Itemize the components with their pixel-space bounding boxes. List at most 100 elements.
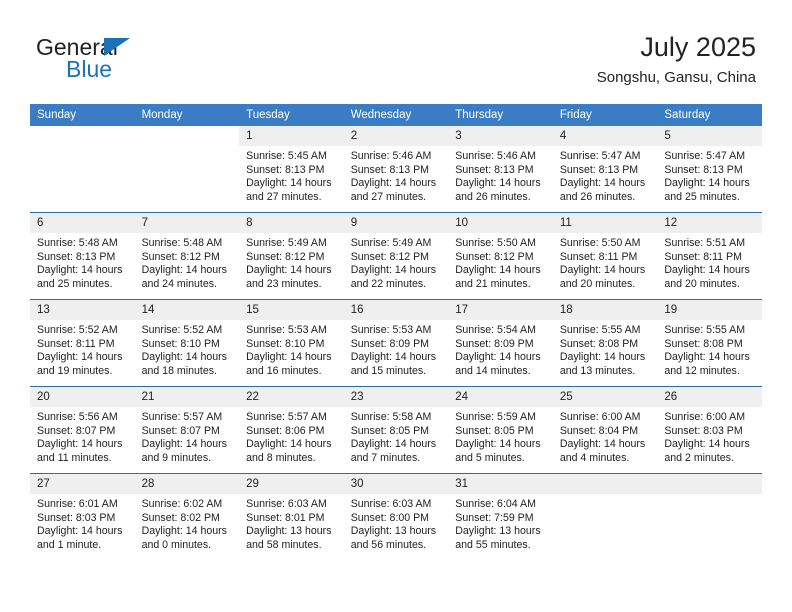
daylight-hours: Daylight: 14 hours bbox=[664, 264, 750, 277]
sunset-time: Sunset: 8:12 PM bbox=[246, 250, 325, 263]
sunset-time: Sunset: 8:05 PM bbox=[350, 424, 430, 437]
sunset-time: Sunset: 8:11 PM bbox=[559, 250, 638, 263]
calendar-day-cell[interactable]: 4 Sunrise: 5:47 AM Sunset: 8:13 PM Daylight… bbox=[552, 126, 658, 213]
calendar-day-cell[interactable]: 24 Sunrise: 5:59 AM Sunset: 8:05 PM Dayligh… bbox=[448, 386, 553, 474]
daylight-hours: Daylight: 14 hours bbox=[246, 177, 332, 190]
daylight-minutes: and 21 minutes. bbox=[455, 277, 531, 290]
sun-times-block: Sunrise: 5:50 AM Sunset: 8:11 PM Daylight:… bbox=[553, 233, 658, 291]
calendar-day-cell[interactable]: 2 Sunrise: 5:46 AM Sunset: 8:13 PM Daylight… bbox=[343, 126, 449, 213]
sunrise-time: Sunrise: 5:57 AM bbox=[141, 411, 223, 423]
weekday-header-tuesday: Tuesday bbox=[239, 104, 344, 126]
sunrise-time: Sunrise: 5:58 AM bbox=[350, 411, 432, 423]
sun-times-block: Sunrise: 5:48 AM Sunset: 8:12 PM Daylight:… bbox=[135, 233, 240, 291]
sunrise-time: Sunrise: 5:47 AM bbox=[559, 150, 641, 162]
calendar-day-cell[interactable]: 29 Sunrise: 6:03 AM Sunset: 8:01 PM Dayligh… bbox=[239, 473, 344, 560]
calendar-day-cell[interactable]: 10 Sunrise: 5:50 AM Sunset: 8:12 PM Dayligh… bbox=[448, 212, 553, 300]
sun-times-block: Sunrise: 6:00 AM Sunset: 8:03 PM Daylight:… bbox=[657, 407, 762, 465]
sun-times-block: Sunrise: 5:53 AM Sunset: 8:09 PM Daylight:… bbox=[344, 320, 449, 378]
calendar-day-cell[interactable]: 3 Sunrise: 5:46 AM Sunset: 8:13 PM Daylight… bbox=[448, 126, 553, 213]
calendar-day-cell[interactable]: 31 Sunrise: 6:04 AM Sunset: 7:59 PM Dayligh… bbox=[448, 473, 553, 560]
sunset-time: Sunset: 8:13 PM bbox=[559, 163, 639, 176]
calendar-day-cell[interactable]: 13 Sunrise: 5:52 AM Sunset: 8:11 PM Dayligh… bbox=[30, 299, 135, 387]
day-number: 24 bbox=[448, 387, 553, 407]
daylight-hours: Daylight: 14 hours bbox=[141, 351, 227, 364]
calendar-day-cell[interactable]: 15 Sunrise: 5:53 AM Sunset: 8:10 PM Dayligh… bbox=[239, 299, 344, 387]
sunrise-time: Sunrise: 6:00 AM bbox=[559, 411, 641, 423]
sunset-time: Sunset: 7:59 PM bbox=[455, 511, 534, 524]
calendar-day-cell[interactable]: 17 Sunrise: 5:54 AM Sunset: 8:09 PM Dayligh… bbox=[448, 299, 553, 387]
calendar-day-cell[interactable]: 1 Sunrise: 5:45 AM Sunset: 8:13 PM Daylight… bbox=[239, 126, 344, 213]
sun-times-block bbox=[553, 494, 658, 498]
sunrise-time: Sunrise: 5:46 AM bbox=[455, 150, 536, 162]
daylight-hours: Daylight: 14 hours bbox=[37, 351, 123, 364]
calendar-day-cell[interactable]: 16 Sunrise: 5:53 AM Sunset: 8:09 PM Dayligh… bbox=[343, 299, 449, 387]
day-number: 25 bbox=[552, 387, 658, 407]
day-number: 11 bbox=[552, 213, 658, 233]
sunrise-time: Sunrise: 5:48 AM bbox=[37, 237, 118, 249]
calendar-day-cell[interactable]: 19 Sunrise: 5:55 AM Sunset: 8:08 PM Dayligh… bbox=[657, 299, 762, 387]
calendar-day-cell[interactable]: 5 Sunrise: 5:47 AM Sunset: 8:13 PM Daylight… bbox=[657, 126, 762, 213]
calendar-day-cell[interactable]: 26 Sunrise: 6:00 AM Sunset: 8:03 PM Dayligh… bbox=[657, 386, 762, 474]
calendar-day-cell[interactable]: 27 Sunrise: 6:01 AM Sunset: 8:03 PM Dayligh… bbox=[30, 473, 135, 560]
weekday-header-wednesday: Wednesday bbox=[343, 104, 449, 126]
calendar-week-row: 13 Sunrise: 5:52 AM Sunset: 8:11 PM Dayligh… bbox=[30, 299, 762, 387]
general-blue-logo[interactable]: General Blue bbox=[36, 34, 266, 90]
sunset-time: Sunset: 8:01 PM bbox=[246, 511, 325, 524]
calendar-day-cell[interactable]: 30 Sunrise: 6:03 AM Sunset: 8:00 PM Dayligh… bbox=[343, 473, 449, 560]
daylight-minutes: and 26 minutes. bbox=[455, 190, 531, 203]
sunrise-time: Sunrise: 5:55 AM bbox=[664, 324, 746, 336]
sunrise-time: Sunrise: 5:52 AM bbox=[37, 324, 118, 336]
sun-times-block: Sunrise: 5:57 AM Sunset: 8:06 PM Daylight:… bbox=[239, 407, 344, 465]
calendar-cell-blank bbox=[134, 126, 240, 213]
sunrise-time: Sunrise: 5:59 AM bbox=[455, 411, 536, 423]
calendar-day-cell[interactable]: 25 Sunrise: 6:00 AM Sunset: 8:04 PM Dayligh… bbox=[552, 386, 658, 474]
calendar-day-cell[interactable]: 8 Sunrise: 5:49 AM Sunset: 8:12 PM Daylight… bbox=[239, 212, 344, 300]
location-subtitle: Songshu, Gansu, China bbox=[596, 69, 756, 86]
sunrise-time: Sunrise: 5:57 AM bbox=[246, 411, 327, 423]
daylight-minutes: and 25 minutes. bbox=[664, 190, 740, 203]
day-number: 2 bbox=[343, 126, 449, 146]
daylight-hours: Daylight: 14 hours bbox=[246, 438, 332, 451]
calendar-day-cell[interactable]: 18 Sunrise: 5:55 AM Sunset: 8:08 PM Dayligh… bbox=[552, 299, 658, 387]
calendar-day-cell[interactable]: 20 Sunrise: 5:56 AM Sunset: 8:07 PM Dayligh… bbox=[30, 386, 135, 474]
calendar-day-cell[interactable]: 14 Sunrise: 5:52 AM Sunset: 8:10 PM Dayligh… bbox=[134, 299, 240, 387]
sun-times-block: Sunrise: 6:00 AM Sunset: 8:04 PM Daylight:… bbox=[553, 407, 658, 465]
day-number: 26 bbox=[657, 387, 762, 407]
daylight-minutes: and 4 minutes. bbox=[559, 451, 630, 464]
day-number bbox=[134, 126, 240, 146]
calendar-day-cell[interactable]: 11 Sunrise: 5:50 AM Sunset: 8:11 PM Dayligh… bbox=[552, 212, 658, 300]
calendar-day-cell[interactable]: 21 Sunrise: 5:57 AM Sunset: 8:07 PM Dayligh… bbox=[134, 386, 240, 474]
sunset-time: Sunset: 8:13 PM bbox=[246, 163, 325, 176]
day-number: 8 bbox=[239, 213, 344, 233]
calendar-cell-empty bbox=[552, 473, 658, 560]
sun-times-block: Sunrise: 5:49 AM Sunset: 8:12 PM Daylight:… bbox=[344, 233, 449, 291]
daylight-hours: Daylight: 13 hours bbox=[350, 525, 437, 538]
calendar-body: 1 Sunrise: 5:45 AM Sunset: 8:13 PM Daylight… bbox=[30, 126, 762, 560]
daylight-minutes: and 2 minutes. bbox=[664, 451, 734, 464]
calendar-day-cell[interactable]: 12 Sunrise: 5:51 AM Sunset: 8:11 PM Dayligh… bbox=[657, 212, 762, 300]
daylight-minutes: and 20 minutes. bbox=[664, 277, 740, 290]
sun-times-block: Sunrise: 5:50 AM Sunset: 8:12 PM Daylight:… bbox=[448, 233, 553, 291]
sun-times-block: Sunrise: 5:57 AM Sunset: 8:07 PM Daylight:… bbox=[135, 407, 240, 465]
sunrise-time: Sunrise: 5:48 AM bbox=[141, 237, 223, 249]
calendar-day-cell[interactable]: 23 Sunrise: 5:58 AM Sunset: 8:05 PM Dayligh… bbox=[343, 386, 449, 474]
sunset-time: Sunset: 8:10 PM bbox=[246, 337, 325, 350]
sunset-time: Sunset: 8:05 PM bbox=[455, 424, 534, 437]
sunrise-time: Sunrise: 5:53 AM bbox=[246, 324, 327, 336]
sunset-time: Sunset: 8:11 PM bbox=[664, 250, 742, 263]
calendar-day-cell[interactable]: 28 Sunrise: 6:02 AM Sunset: 8:02 PM Dayligh… bbox=[134, 473, 240, 560]
calendar-day-cell[interactable]: 6 Sunrise: 5:48 AM Sunset: 8:13 PM Daylight… bbox=[30, 212, 135, 300]
calendar-day-cell[interactable]: 22 Sunrise: 5:57 AM Sunset: 8:06 PM Dayligh… bbox=[239, 386, 344, 474]
calendar-grid: Sunday Monday Tuesday Wednesday Thursday Frid… bbox=[30, 104, 762, 560]
daylight-hours: Daylight: 14 hours bbox=[141, 525, 227, 538]
daylight-hours: Daylight: 14 hours bbox=[455, 264, 541, 277]
daylight-minutes: and 9 minutes. bbox=[141, 451, 212, 464]
sun-times-block: Sunrise: 5:45 AM Sunset: 8:13 PM Daylight:… bbox=[239, 146, 344, 204]
daylight-minutes: and 11 minutes. bbox=[37, 451, 112, 464]
sunset-time: Sunset: 8:13 PM bbox=[664, 163, 743, 176]
daylight-hours: Daylight: 14 hours bbox=[559, 351, 646, 364]
daylight-minutes: and 22 minutes. bbox=[350, 277, 427, 290]
calendar-day-cell[interactable]: 7 Sunrise: 5:48 AM Sunset: 8:12 PM Daylight… bbox=[134, 212, 240, 300]
sunset-time: Sunset: 8:03 PM bbox=[37, 511, 116, 524]
calendar-day-cell[interactable]: 9 Sunrise: 5:49 AM Sunset: 8:12 PM Daylight… bbox=[343, 212, 449, 300]
